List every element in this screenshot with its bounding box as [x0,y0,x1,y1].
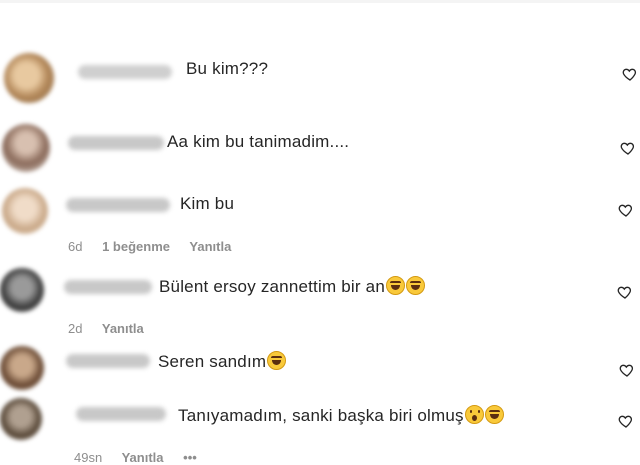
username[interactable] [64,280,152,294]
comment-text: Bu kim??? [186,59,269,78]
like-heart-icon[interactable] [618,202,634,218]
like-heart-icon[interactable] [620,140,636,156]
surprised-emoji-icon [464,405,484,424]
avatar[interactable] [0,398,42,440]
laughing-emoji-icon [405,276,425,295]
like-heart-icon[interactable] [619,362,635,378]
like-heart-icon[interactable] [618,413,634,429]
comment-text: Bülent ersoy zannettim bir an [159,276,425,297]
comment-meta: 2d Yanıtla [68,321,160,336]
reply-link[interactable]: Yanıtla [189,239,231,254]
laughing-emoji-icon [484,405,504,424]
avatar[interactable] [2,124,50,172]
reply-link[interactable]: Yanıtla [102,321,144,336]
comment-time: 6d [68,239,83,254]
comment-time: 2d [68,321,83,336]
top-divider [0,0,640,3]
avatar[interactable] [0,268,44,312]
comment-time: 49sn [74,450,103,465]
comment-text: Tanıyamadım, sanki başka biri olmuş [178,405,504,426]
comment-text: Kim bu [180,194,235,213]
laughing-emoji-icon [267,351,287,370]
username[interactable] [68,136,164,150]
avatar[interactable] [2,188,48,234]
laughing-emoji-icon [385,276,405,295]
reply-link[interactable]: Yanıtla [122,450,164,465]
username[interactable] [66,354,150,368]
username[interactable] [66,198,170,212]
username[interactable] [76,407,166,421]
username[interactable] [78,65,172,79]
avatar[interactable] [4,53,54,103]
avatar[interactable] [0,346,44,390]
comment-meta: 49sn Yanıtla ••• [74,450,213,465]
like-heart-icon[interactable] [617,284,633,300]
comment-text: Seren sandım [158,351,287,372]
more-options-icon[interactable]: ••• [183,450,197,465]
comment-meta: 6d 1 beğenme Yanıtla [68,239,247,254]
likes-count-link[interactable]: 1 beğenme [102,239,170,254]
like-heart-icon[interactable] [622,66,638,82]
comment-text: Aa kim bu tanimadim.... [167,132,350,151]
